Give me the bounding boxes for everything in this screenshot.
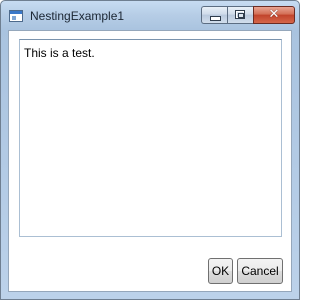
ok-button[interactable]: OK (208, 258, 233, 284)
minimize-button[interactable] (201, 6, 227, 24)
application-window: NestingExample1 ✕ This is a test. OK Can… (0, 0, 300, 300)
text-input-area[interactable]: This is a test. (19, 39, 282, 237)
maximize-button[interactable] (227, 6, 253, 24)
window-client-area: This is a test. OK Cancel (8, 30, 292, 292)
maximize-icon (235, 10, 245, 19)
window-app-icon[interactable] (9, 10, 23, 22)
caption-buttons: ✕ (201, 6, 295, 24)
minimize-icon (210, 16, 221, 21)
title-bar[interactable]: NestingExample1 ✕ (1, 1, 299, 31)
close-button[interactable]: ✕ (253, 6, 295, 24)
close-icon: ✕ (268, 7, 280, 22)
window-title: NestingExample1 (30, 9, 125, 23)
cancel-button[interactable]: Cancel (237, 258, 283, 284)
